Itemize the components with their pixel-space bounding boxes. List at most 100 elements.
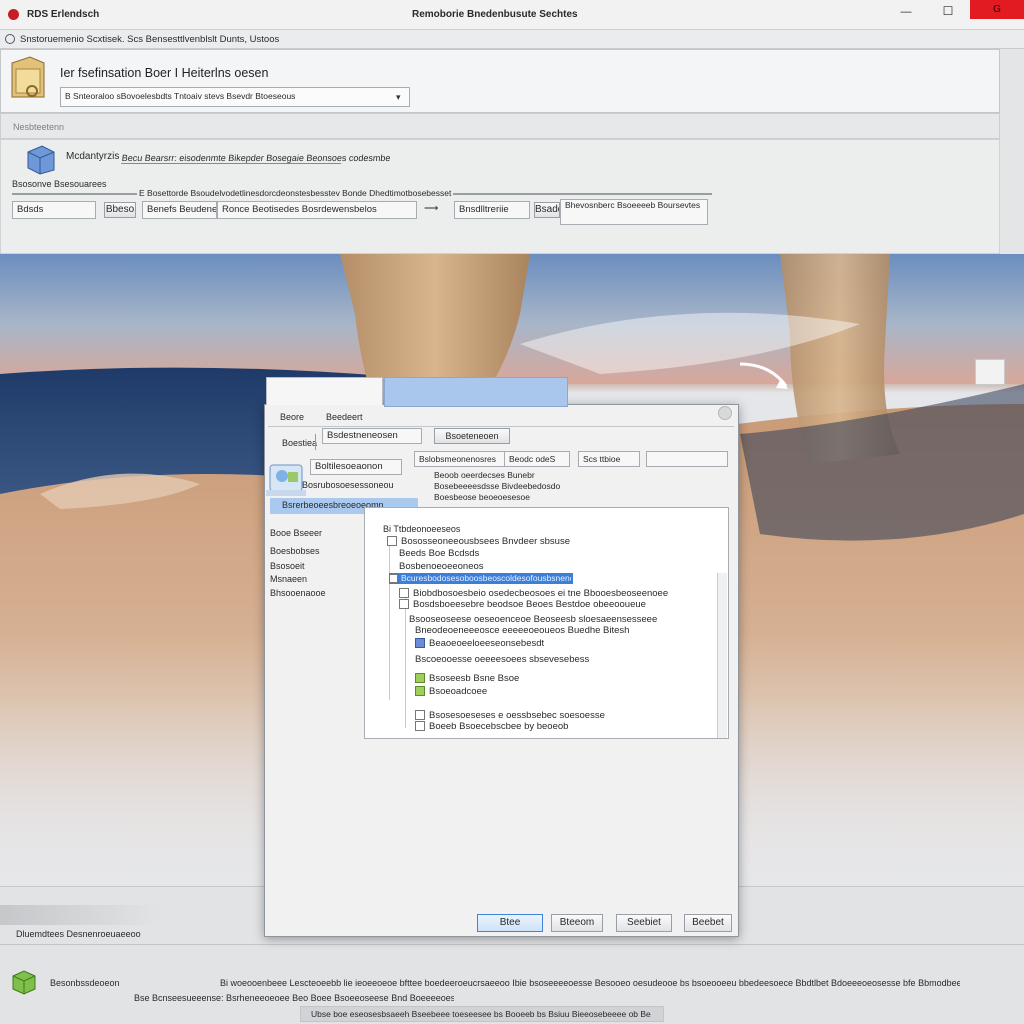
tree-node-green-icon — [415, 673, 425, 684]
tree-item-7-text: Bsooseoseese oeseoenceoe Beoseesb sloesa… — [409, 614, 658, 625]
tree-node-icon — [399, 588, 409, 599]
dialog-close-icon[interactable] — [718, 406, 732, 420]
side-tab-icon[interactable] — [975, 359, 1005, 385]
option-field-3[interactable]: Benefs Beudeneisse — [142, 201, 217, 219]
options-description-text: Becu Bearsrr: eisodenmte Bikepder Bosega… — [121, 153, 391, 163]
app-label: RDS Erlendsch — [27, 9, 100, 20]
tree-selected-text: Bcuresbodosesoboosbeoscoldesofousbsnenod… — [401, 573, 571, 583]
section-strip: Nesbteetenn — [0, 113, 1000, 139]
tree-item-8[interactable]: Bneodeoeneeeosce eeeeeoeoueos Buedhe Bit… — [415, 625, 629, 637]
tree-node-icon — [389, 574, 398, 583]
cancel-button[interactable]: Bteeom — [551, 914, 603, 932]
option-field-1-text: Bdsds — [17, 204, 44, 215]
maximize-button[interactable]: ☐ — [938, 4, 958, 18]
dialog-titlebar-accent — [384, 377, 568, 407]
dialog-side-caption[interactable]: Boltilesoeaonon — [310, 459, 402, 475]
dialog-field-a-text: Bsdestneneosen — [327, 430, 398, 441]
cube-icon — [10, 968, 38, 996]
info-line-3: Boesbeose beoeoesesoe — [434, 492, 530, 502]
option-button-6[interactable]: Bsaddesere — [534, 202, 560, 218]
option-field-4-text: Ronce Beotisedes Bosrdewensbelos — [222, 204, 377, 215]
dialog-tab-2[interactable]: Beedeert — [326, 412, 363, 423]
dialog-field-a[interactable]: Bsdestneneosen — [322, 428, 422, 444]
tree-node-icon — [387, 536, 397, 547]
option-field-5[interactable]: Bnsdlltreriie — [454, 201, 530, 219]
tree-item-2-text: Beeds Boe Bcdsds — [399, 548, 480, 559]
tree-node-icon — [415, 710, 425, 721]
option-field-5-text: Bnsdlltreriie — [459, 204, 509, 215]
header-path-field[interactable]: B Snteoraloo sBovoelesbdts Tntoaiv stevs… — [60, 87, 410, 107]
dialog-tab-line — [268, 426, 734, 427]
combo-mid-text: Beodc odeS — [509, 454, 556, 464]
options-caption: Bsosonve Bsesouarees — [12, 179, 107, 189]
tree-item-11-text: Bsoseesb Bsne Bsoe — [429, 673, 520, 684]
side-nav-item-1[interactable]: Booe Bseeer — [270, 528, 322, 539]
tree-item-3-text: Bosbenoeoeeoneos — [399, 561, 484, 572]
tree-item-14[interactable]: Boeeb Bsoecebscbee by beoeob — [415, 721, 568, 733]
tree-item-8-text: Bneodeoeneeeosce eeeeeoeoueos Buedhe Bit… — [415, 625, 630, 636]
option-field-4[interactable]: Ronce Beotisedes Bosrdewensbelos — [217, 201, 417, 219]
tree-scrollbar[interactable] — [717, 573, 727, 738]
footer-bar: Ubse boe eseosesbsaeeh Bseebeee toeseese… — [300, 1006, 664, 1022]
tree-item-10[interactable]: Bscoeooesse oeeeesoees sbsevesebess — [415, 654, 589, 666]
apply-button[interactable]: Seebiet — [616, 914, 672, 932]
tree-panel[interactable]: Bi Ttbdeonoeeseos Bososseoneeousbsees Bn… — [364, 507, 729, 739]
option-field-3-text: Benefs Beudeneisse — [147, 204, 217, 215]
info-line-2: Bosebeeeesdsse Bivdeebedosdo — [434, 481, 561, 491]
combo-left[interactable]: Bslobsmeonenosres — [414, 451, 514, 467]
footer-line-3: Ubse boe eseosesbsaeeh Bseebeee toeseese… — [311, 1009, 651, 1019]
help-button[interactable]: Beebet — [684, 914, 732, 932]
tree-item-5-text: Biobdbosoesbeio osedecbeosoes ei tne Bbo… — [413, 588, 669, 599]
tree-item-2[interactable]: Beeds Boe Bcdsds — [399, 548, 479, 560]
combo-left-text: Bslobsmeonenosres — [419, 454, 497, 464]
combo-right-text: Scs ttbioe — [583, 454, 621, 464]
footer-line-2: Bse Bcnseesueeense: Bsrheneeoeoee Beo Bo… — [134, 993, 454, 1003]
tree-item-12-text: Bsoeoadcoee — [429, 686, 488, 697]
ok-button[interactable]: Btee — [477, 914, 543, 932]
dialog-top-button[interactable]: Bsoeteneoen — [434, 428, 510, 444]
address-text: Snstoruemenio Scxtisek. Scs Bensesttlven… — [20, 34, 280, 45]
section-label: Nesbteetenn — [13, 122, 65, 132]
tree-item-9[interactable]: Beaoeoeeloeeseonsebesdt — [415, 638, 544, 650]
tree-selected-row[interactable]: Bcuresbodosesoboosbeoscoldesofousbsnenod… — [389, 573, 573, 584]
dialog-titlebar-left — [266, 377, 383, 405]
combo-right[interactable]: Scs ttbioe — [578, 451, 640, 467]
tree-item-12[interactable]: Bsoeoadcoee — [415, 686, 487, 698]
side-nav-item-4[interactable]: Msnaeen — [270, 574, 307, 585]
minimize-button[interactable]: — — [896, 6, 916, 19]
side-nav-item-2[interactable]: Boesbobses — [270, 546, 320, 557]
side-list-item-1[interactable]: Bosrubosoesessoneou — [302, 480, 394, 491]
tree-item-13-text: Bsosesoeseses e oessbsebec soesoesse — [429, 710, 605, 721]
options-fields: Bdsds Bbeso Benefs Beudeneisse Ronce Beo… — [12, 199, 712, 225]
close-button[interactable]: G — [970, 0, 1024, 19]
tree-node-blue-icon — [415, 638, 425, 649]
dropdown-arrow-icon[interactable]: ▾ — [396, 92, 401, 103]
tree-item-1-text: Bososseoneeousbsees Bnvdeer sbsuse — [401, 536, 571, 547]
dialog-side-caption-text: Boltilesoeaonon — [315, 461, 383, 472]
combo-far[interactable] — [646, 451, 728, 467]
tree-item-6-text: Bosdsboeesebre beodsoe Beoes Bestdoe obe… — [413, 599, 646, 610]
combo-mid[interactable]: Beodc odeS — [504, 451, 570, 467]
option-button-2[interactable]: Bbeso — [104, 202, 136, 218]
folder-icon — [10, 55, 46, 101]
status-left-text: Dluemdtees Desnenroeuaeeoo — [16, 929, 141, 939]
side-nav-item-3[interactable]: Bsosoeit — [270, 561, 305, 572]
address-bar[interactable]: Snstoruemenio Scxtisek. Scs Bensesttlven… — [0, 30, 1024, 49]
box-icon — [24, 142, 56, 176]
tree-item-11[interactable]: Bsoseesb Bsne Bsoe — [415, 673, 519, 685]
tree-item-3[interactable]: Bosbenoeoeeoneos — [399, 561, 484, 573]
options-description: Becu Bearsrr: eisodenmte Bikepder Bosega… — [121, 148, 391, 164]
side-nav-item-5[interactable]: Bhsooenaooe — [270, 588, 326, 599]
dialog-tab-1[interactable]: Beore — [280, 412, 304, 423]
window-title: Remoborie Bnedenbusute Sechtes — [412, 9, 578, 20]
option-field-7[interactable]: Bhevosnberc Bsoeeeeb Boursevtes — [560, 199, 708, 225]
footer-label: Besonbssdeoeon — [50, 978, 120, 988]
info-lines: Beoob oeerdecses Bunebr Bosebeeeesdsse B… — [420, 468, 720, 504]
tree-item-6[interactable]: Bosdsboeesebre beodsoe Beoes Bestdoe obe… — [399, 599, 646, 611]
dialog-label-divider — [315, 434, 316, 450]
option-field-1[interactable]: Bdsds — [12, 201, 96, 219]
dialog-label: Boestiea — [282, 438, 318, 448]
tree-item-1[interactable]: Bososseoneeousbsees Bnvdeer sbsuse — [387, 536, 570, 548]
header-path-text: B Snteoraloo sBovoelesbdts Tntoaiv stevs… — [65, 91, 296, 101]
tree-node-icon — [415, 721, 425, 732]
